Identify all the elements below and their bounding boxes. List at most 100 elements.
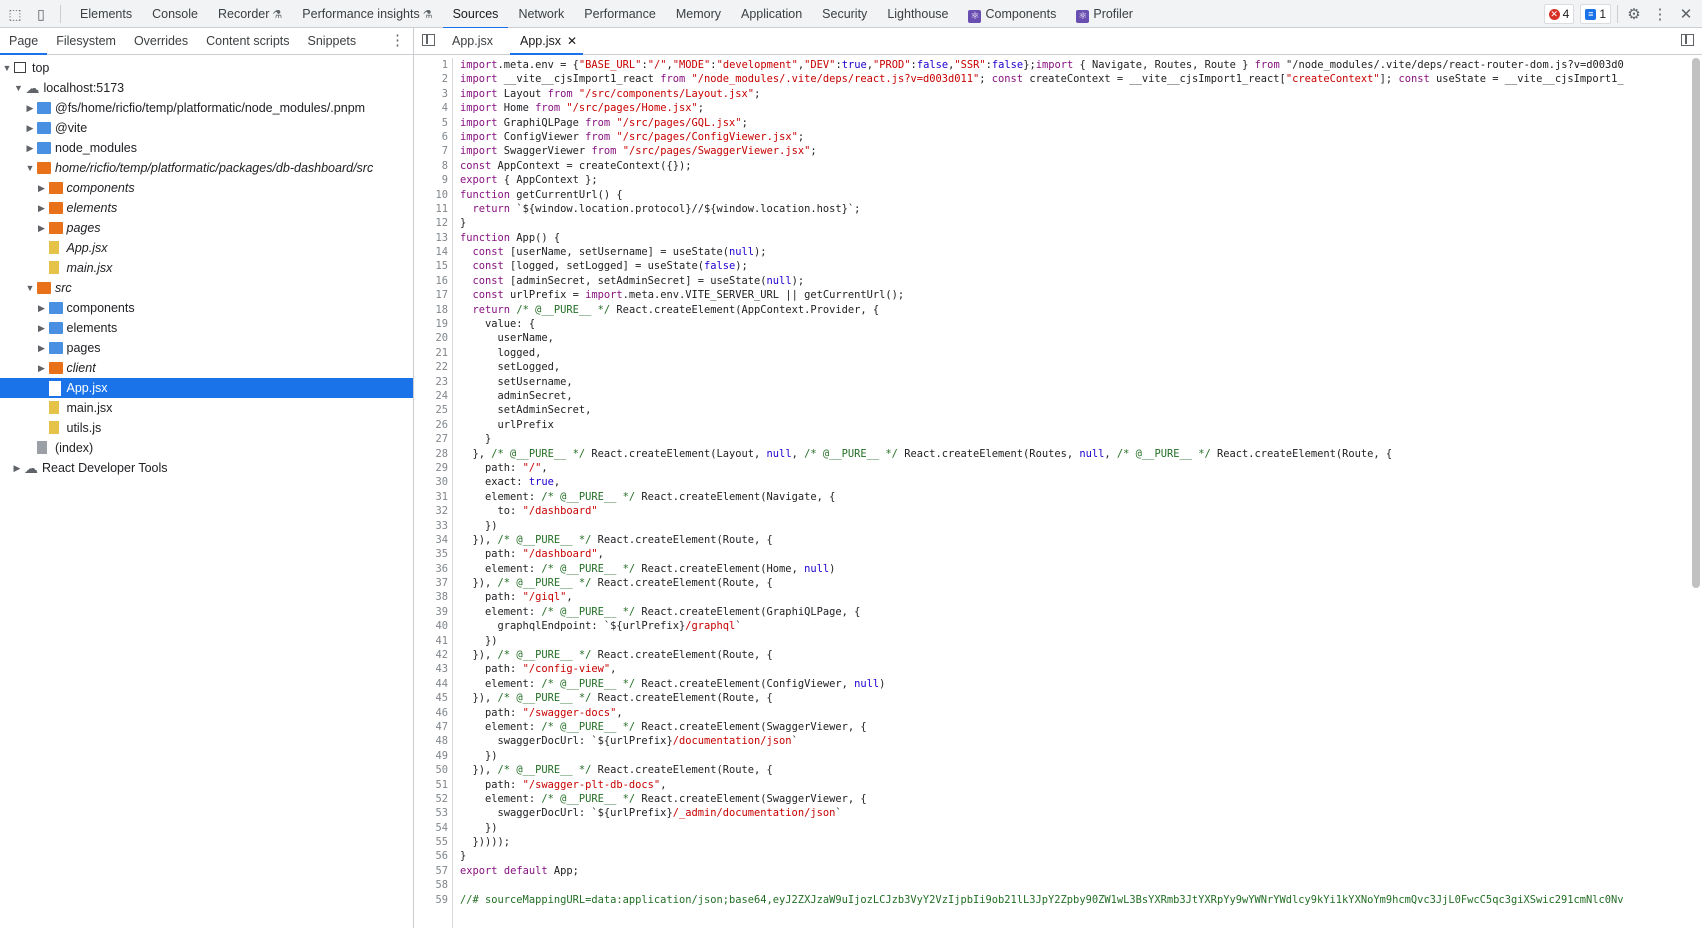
editor-scrollbar[interactable] — [1688, 58, 1702, 928]
collapsed-triangle-icon[interactable]: ▶ — [37, 218, 47, 238]
tree-item[interactable]: utils.js — [0, 418, 413, 438]
line-number[interactable]: 57 — [414, 864, 452, 878]
line-number[interactable]: 3 — [414, 87, 452, 101]
line-number[interactable]: 59 — [414, 893, 452, 907]
code-line[interactable]: import __vite__cjsImport1_react from "/n… — [460, 72, 1680, 86]
editor-tab-app-jsx[interactable]: App.jsx — [452, 28, 493, 54]
line-number[interactable]: 51 — [414, 778, 452, 792]
line-number[interactable]: 32 — [414, 504, 452, 518]
code-line[interactable]: element: /* @__PURE__ */ React.createEle… — [460, 677, 1680, 691]
code-line[interactable]: path: "/swagger-plt-db-docs", — [460, 778, 1680, 792]
line-number[interactable]: 50 — [414, 763, 452, 777]
code-line[interactable]: const [logged, setLogged] = useState(fal… — [460, 259, 1680, 273]
panel-tab-memory[interactable]: Memory — [666, 0, 731, 28]
code-line[interactable]: function App() { — [460, 231, 1680, 245]
tree-item[interactable]: ▶ pages — [0, 338, 413, 358]
settings-gear-icon[interactable]: ⚙ — [1624, 5, 1644, 23]
code-line[interactable]: logged, — [460, 346, 1680, 360]
line-number[interactable]: 25 — [414, 403, 452, 417]
code-line[interactable]: } — [460, 216, 1680, 230]
tree-item[interactable]: ▶ elements — [0, 318, 413, 338]
tree-item[interactable]: ▼ top — [0, 58, 413, 78]
code-line[interactable]: }), /* @__PURE__ */ React.createElement(… — [460, 576, 1680, 590]
line-number[interactable]: 23 — [414, 375, 452, 389]
panel-tab-elements[interactable]: Elements — [70, 0, 142, 28]
expanded-triangle-icon[interactable]: ▼ — [25, 278, 35, 298]
code-line[interactable]: const AppContext = createContext({}); — [460, 159, 1680, 173]
line-number[interactable]: 7 — [414, 144, 452, 158]
editor-tab-app-jsx-active[interactable]: App.jsx ✕ — [509, 28, 584, 55]
code-line[interactable]: import SwaggerViewer from "/src/pages/Sw… — [460, 144, 1680, 158]
code-line[interactable]: }), /* @__PURE__ */ React.createElement(… — [460, 648, 1680, 662]
panel-tab-console[interactable]: Console — [142, 0, 208, 28]
line-number[interactable]: 18 — [414, 303, 452, 317]
line-number[interactable]: 19 — [414, 317, 452, 331]
code-line[interactable]: path: "/config-view", — [460, 662, 1680, 676]
code-lines[interactable]: import.meta.env = {"BASE_URL":"/","MODE"… — [460, 58, 1680, 907]
line-number[interactable]: 8 — [414, 159, 452, 173]
code-line[interactable]: }) — [460, 749, 1680, 763]
code-line[interactable]: export default App; — [460, 864, 1680, 878]
line-number[interactable]: 20 — [414, 331, 452, 345]
device-toolbar-icon[interactable]: ▯ — [32, 5, 50, 23]
line-number[interactable]: 35 — [414, 547, 452, 561]
code-line[interactable]: userName, — [460, 331, 1680, 345]
code-line[interactable]: graphqlEndpoint: `${urlPrefix}/graphql` — [460, 619, 1680, 633]
code-line[interactable]: urlPrefix — [460, 418, 1680, 432]
expanded-triangle-icon[interactable]: ▼ — [14, 78, 24, 98]
line-number[interactable]: 47 — [414, 720, 452, 734]
collapsed-triangle-icon[interactable]: ▶ — [12, 458, 22, 478]
navigator-more-icon[interactable]: ⋮ — [390, 28, 405, 54]
line-number[interactable]: 22 — [414, 360, 452, 374]
tree-item[interactable]: ▶ components — [0, 298, 413, 318]
tree-item[interactable]: ▶ node_modules — [0, 138, 413, 158]
line-number[interactable]: 15 — [414, 259, 452, 273]
code-line[interactable]: import Layout from "/src/components/Layo… — [460, 87, 1680, 101]
code-line[interactable]: import GraphiQLPage from "/src/pages/GQL… — [460, 116, 1680, 130]
line-number[interactable]: 56 — [414, 849, 452, 863]
tree-item[interactable]: ▶ @vite — [0, 118, 413, 138]
code-line[interactable]: }), /* @__PURE__ */ React.createElement(… — [460, 763, 1680, 777]
line-number[interactable]: 41 — [414, 634, 452, 648]
collapsed-triangle-icon[interactable]: ▶ — [37, 338, 47, 358]
line-number-gutter[interactable]: 1 2 3 4 5 6 7 8 9 10 11 12 13 14 15 16 17 18 19 20 21 22 23 24 2… — [414, 58, 453, 928]
code-line[interactable]: const [userName, setUsername] = useState… — [460, 245, 1680, 259]
line-number[interactable]: 39 — [414, 605, 452, 619]
code-line[interactable]: //# sourceMappingURL=data:application/js… — [460, 893, 1680, 907]
code-line[interactable]: }), /* @__PURE__ */ React.createElement(… — [460, 533, 1680, 547]
code-line[interactable]: path: "/giql", — [460, 590, 1680, 604]
line-number[interactable]: 49 — [414, 749, 452, 763]
tree-item[interactable]: main.jsx — [0, 398, 413, 418]
subtab-filesystem[interactable]: Filesystem — [47, 28, 125, 54]
line-number[interactable]: 46 — [414, 706, 452, 720]
tree-item[interactable]: ▶ elements — [0, 198, 413, 218]
line-number[interactable]: 29 — [414, 461, 452, 475]
code-line[interactable]: import.meta.env = {"BASE_URL":"/","MODE"… — [460, 58, 1680, 72]
code-line[interactable]: swaggerDocUrl: `${urlPrefix}/_admin/docu… — [460, 806, 1680, 820]
inspect-element-icon[interactable]: ⬚ — [6, 5, 24, 23]
line-number[interactable]: 9 — [414, 173, 452, 187]
code-line[interactable]: setLogged, — [460, 360, 1680, 374]
code-line[interactable]: path: "/swagger-docs", — [460, 706, 1680, 720]
more-options-icon[interactable]: ⋮ — [1650, 5, 1670, 23]
line-number[interactable]: 37 — [414, 576, 452, 590]
subtab-overrides[interactable]: Overrides — [125, 28, 197, 54]
line-number[interactable]: 13 — [414, 231, 452, 245]
tree-item[interactable]: ▼ home/ricfio/temp/platformatic/packages/… — [0, 158, 413, 178]
line-number[interactable]: 6 — [414, 130, 452, 144]
collapsed-triangle-icon[interactable]: ▶ — [25, 138, 35, 158]
line-number[interactable]: 1 — [414, 58, 452, 72]
code-line[interactable]: }) — [460, 634, 1680, 648]
code-line[interactable]: const urlPrefix = import.meta.env.VITE_S… — [460, 288, 1680, 302]
line-number[interactable]: 42 — [414, 648, 452, 662]
line-number[interactable]: 28 — [414, 447, 452, 461]
code-line[interactable]: function getCurrentUrl() { — [460, 188, 1680, 202]
tree-item[interactable]: ▶ @fs/home/ricfio/temp/platformatic/node_… — [0, 98, 413, 118]
tree-item[interactable]: ▶ client — [0, 358, 413, 378]
expanded-triangle-icon[interactable]: ▼ — [2, 58, 12, 78]
code-line[interactable]: export { AppContext }; — [460, 173, 1680, 187]
code-line[interactable]: element: /* @__PURE__ */ React.createEle… — [460, 605, 1680, 619]
toggle-debugger-icon[interactable] — [1681, 34, 1694, 46]
line-number[interactable]: 36 — [414, 562, 452, 576]
expanded-triangle-icon[interactable]: ▼ — [25, 158, 35, 178]
